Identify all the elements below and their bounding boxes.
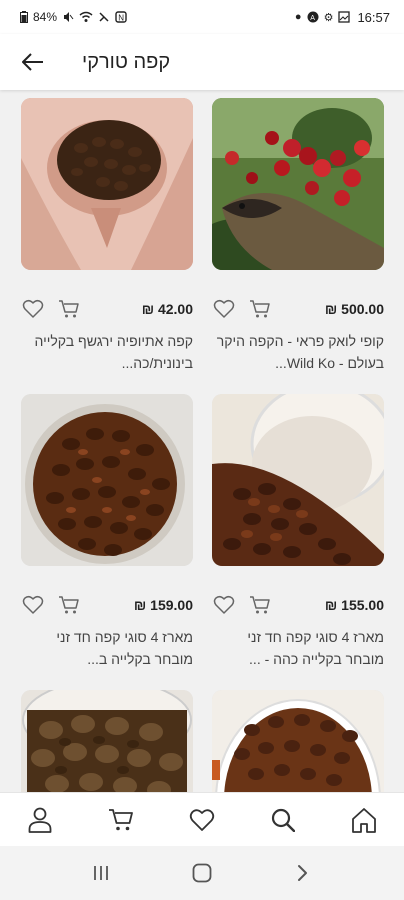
wifi-icon bbox=[79, 11, 93, 22]
cart-icon bbox=[250, 300, 270, 318]
card-icons bbox=[21, 297, 81, 321]
battery-icon bbox=[20, 11, 28, 23]
svg-text:A: A bbox=[310, 15, 315, 22]
arrow-left-icon bbox=[22, 53, 43, 71]
product-image[interactable] bbox=[212, 394, 384, 566]
wishlist-button[interactable] bbox=[21, 593, 45, 617]
card-action-row: 159.00 ₪ bbox=[21, 592, 193, 618]
product-image[interactable] bbox=[21, 98, 193, 270]
card-action-row: 155.00 ₪ bbox=[212, 592, 384, 618]
recents-icon bbox=[93, 866, 108, 880]
back-button[interactable] bbox=[20, 49, 46, 75]
nav-search[interactable] bbox=[263, 800, 303, 840]
gallery-icon bbox=[338, 11, 351, 23]
beans-in-cup-photo bbox=[212, 394, 384, 566]
heart-icon bbox=[189, 808, 215, 831]
product-image[interactable] bbox=[212, 690, 384, 792]
home-circle-icon bbox=[192, 863, 212, 883]
add-to-cart-button[interactable] bbox=[248, 297, 272, 321]
app-a-icon: A bbox=[307, 11, 319, 23]
system-home-button[interactable] bbox=[182, 853, 222, 893]
bottom-nav bbox=[0, 792, 404, 846]
nav-cart[interactable] bbox=[101, 800, 141, 840]
wishlist-button[interactable] bbox=[212, 297, 236, 321]
product-image[interactable] bbox=[21, 690, 193, 792]
status-right: ● A ⚙ 16:57 bbox=[295, 10, 390, 25]
nav-account[interactable] bbox=[20, 800, 60, 840]
product-card[interactable] bbox=[212, 690, 384, 792]
product-card[interactable]: 155.00 ₪ מארז 4 סוגי קפה חד זני מובחר בק… bbox=[212, 394, 384, 670]
beans-in-jar-photo bbox=[21, 690, 193, 792]
battery-percent: 84% bbox=[33, 10, 58, 24]
mute-icon bbox=[64, 12, 74, 22]
add-to-cart-button[interactable] bbox=[57, 297, 81, 321]
beans-in-hands-photo bbox=[21, 98, 193, 270]
product-price: 500.00 ₪ bbox=[324, 301, 384, 317]
product-image[interactable] bbox=[212, 98, 384, 270]
settings-icon: ⚙ bbox=[323, 11, 334, 24]
product-grid[interactable]: 500.00 ₪ קופי לואק פראי - הקפה היקר בעול… bbox=[0, 90, 404, 792]
page-title: קפה טורקי bbox=[82, 50, 171, 73]
beans-closeup-photo bbox=[212, 690, 384, 792]
nav-home[interactable] bbox=[344, 800, 384, 840]
product-title[interactable]: מארז 4 סוגי קפה חד זני מובחר בקלייה כהה … bbox=[212, 626, 384, 670]
user-icon bbox=[28, 807, 52, 833]
status-time: 16:57 bbox=[357, 9, 390, 25]
svg-text:N: N bbox=[118, 14, 124, 23]
product-price: 42.00 ₪ bbox=[141, 301, 193, 317]
system-back-button[interactable] bbox=[283, 853, 323, 893]
cart-icon bbox=[59, 596, 79, 614]
cart-icon bbox=[59, 300, 79, 318]
product-card[interactable] bbox=[21, 690, 193, 792]
product-card[interactable]: 42.00 ₪ קפה אתיופיה ירגשף בקלייה בינונית… bbox=[21, 98, 193, 374]
card-icons bbox=[212, 297, 272, 321]
dot-icon: ● bbox=[294, 11, 302, 23]
card-icons bbox=[21, 593, 81, 617]
cart-icon bbox=[250, 596, 270, 614]
product-price: 159.00 ₪ bbox=[133, 597, 193, 613]
status-left: 84% N bbox=[20, 10, 127, 24]
back-chevron-icon bbox=[298, 865, 308, 881]
add-to-cart-button[interactable] bbox=[248, 593, 272, 617]
card-action-row: 500.00 ₪ bbox=[212, 296, 384, 322]
wishlist-button[interactable] bbox=[21, 297, 45, 321]
system-nav bbox=[0, 846, 404, 900]
cart-icon bbox=[109, 808, 134, 830]
product-title[interactable]: קפה אתיופיה ירגשף בקלייה בינונית/כה... bbox=[21, 330, 193, 374]
product-price: 155.00 ₪ bbox=[324, 597, 384, 613]
product-image[interactable] bbox=[21, 394, 193, 566]
app-icon: N bbox=[115, 11, 127, 23]
home-icon bbox=[351, 807, 376, 833]
product-title[interactable]: מארז 4 סוגי קפה חד זני מובחר בקלייה ב... bbox=[21, 626, 193, 670]
status-bar: 84% N ● A ⚙ 16:57 bbox=[0, 0, 404, 34]
beans-in-bowl-photo bbox=[21, 394, 193, 566]
search-icon bbox=[271, 808, 295, 832]
card-icons bbox=[212, 593, 272, 617]
nfc-icon bbox=[99, 12, 109, 22]
product-card[interactable]: 500.00 ₪ קופי לואק פראי - הקפה היקר בעול… bbox=[212, 98, 384, 374]
wishlist-button[interactable] bbox=[212, 593, 236, 617]
product-card[interactable]: 159.00 ₪ מארז 4 סוגי קפה חד זני מובחר בק… bbox=[21, 394, 193, 670]
recents-button[interactable] bbox=[81, 853, 121, 893]
add-to-cart-button[interactable] bbox=[57, 593, 81, 617]
heart-icon bbox=[22, 595, 44, 614]
nav-wishlist[interactable] bbox=[182, 800, 222, 840]
app-bar: קפה טורקי bbox=[0, 34, 404, 90]
card-action-row: 42.00 ₪ bbox=[21, 296, 193, 322]
product-title[interactable]: קופי לואק פראי - הקפה היקר בעולם - Wild … bbox=[212, 330, 384, 374]
heart-icon bbox=[213, 595, 235, 614]
heart-icon bbox=[213, 299, 235, 318]
heart-icon bbox=[22, 299, 44, 318]
kopi-luwak-photo bbox=[212, 98, 384, 270]
